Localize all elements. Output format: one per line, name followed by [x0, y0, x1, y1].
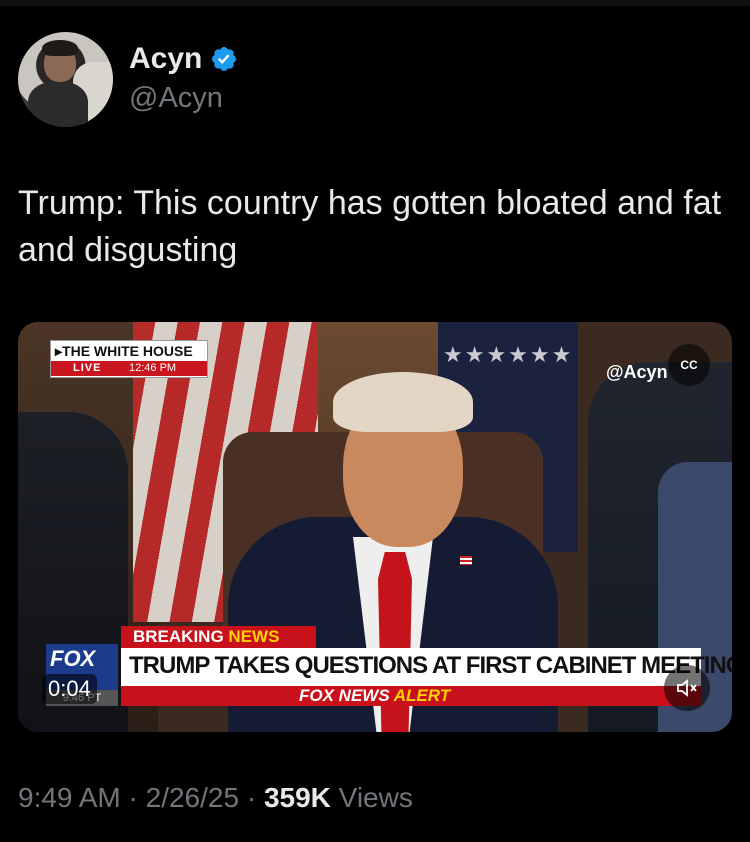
live-row: LIVE 12:46 PM — [51, 361, 207, 376]
flag-stars: ★★★★★★ — [443, 342, 574, 367]
alert-suffix: ALERT — [393, 686, 451, 705]
meta-separator-1: · — [120, 782, 146, 813]
breaking-news-banner: BREAKING NEWS — [121, 626, 316, 648]
live-time: 12:46 PM — [129, 362, 177, 374]
video-player[interactable]: ★★★★★★ ▸THE WHITE HOUSE LIVE 12:46 PM @A… — [18, 322, 732, 732]
alert-bar: FOX NEWS ALERT — [121, 686, 701, 706]
speaker-muted-icon[interactable] — [664, 665, 710, 711]
flag-pin — [460, 556, 472, 565]
alert-text: FOX NEWS ALERT — [299, 686, 450, 706]
watermark-handle: @Acyn — [606, 362, 668, 382]
live-label: LIVE — [73, 362, 102, 374]
top-divider — [0, 0, 750, 6]
tweet-text: Trump: This country has gotten bloated a… — [18, 184, 722, 269]
location-text: THE WHITE HOUSE — [62, 343, 193, 359]
breaking-suffix: NEWS — [228, 627, 280, 646]
avatar-body — [28, 82, 88, 127]
location-bug: ▸THE WHITE HOUSE LIVE 12:46 PM — [50, 340, 208, 378]
views-count[interactable]: 359K — [264, 782, 331, 813]
tweet-date[interactable]: 2/26/25 — [146, 782, 239, 813]
meta-separator-2: · — [239, 782, 264, 813]
author-handle[interactable]: @Acyn — [129, 82, 223, 115]
tweet-time[interactable]: 9:49 AM — [18, 782, 121, 813]
author-name-row[interactable]: Acyn — [129, 42, 238, 76]
speaker-muted-glyph — [677, 679, 697, 697]
channel-logo-text: FOX — [50, 646, 96, 671]
headline-text: TRUMP TAKES QUESTIONS AT FIRST CABINET M… — [129, 652, 732, 679]
avatar-hair — [42, 40, 78, 56]
alert-prefix: FOX NEWS — [299, 686, 390, 705]
tweet-meta: 9:49 AM · 2/26/25 · 359K Views — [18, 782, 413, 814]
location-label: ▸THE WHITE HOUSE — [55, 343, 193, 359]
author-name[interactable]: Acyn — [129, 42, 202, 76]
views-label: Views — [330, 782, 413, 813]
video-duration: 0:04 — [42, 674, 97, 704]
verified-badge-icon — [212, 47, 237, 71]
avatar[interactable] — [18, 32, 113, 127]
headline-bar: TRUMP TAKES QUESTIONS AT FIRST CABINET M… — [121, 648, 732, 686]
breaking-prefix: BREAKING — [133, 627, 224, 646]
speaker-hair — [333, 372, 473, 432]
captions-icon[interactable]: CC — [668, 344, 710, 386]
